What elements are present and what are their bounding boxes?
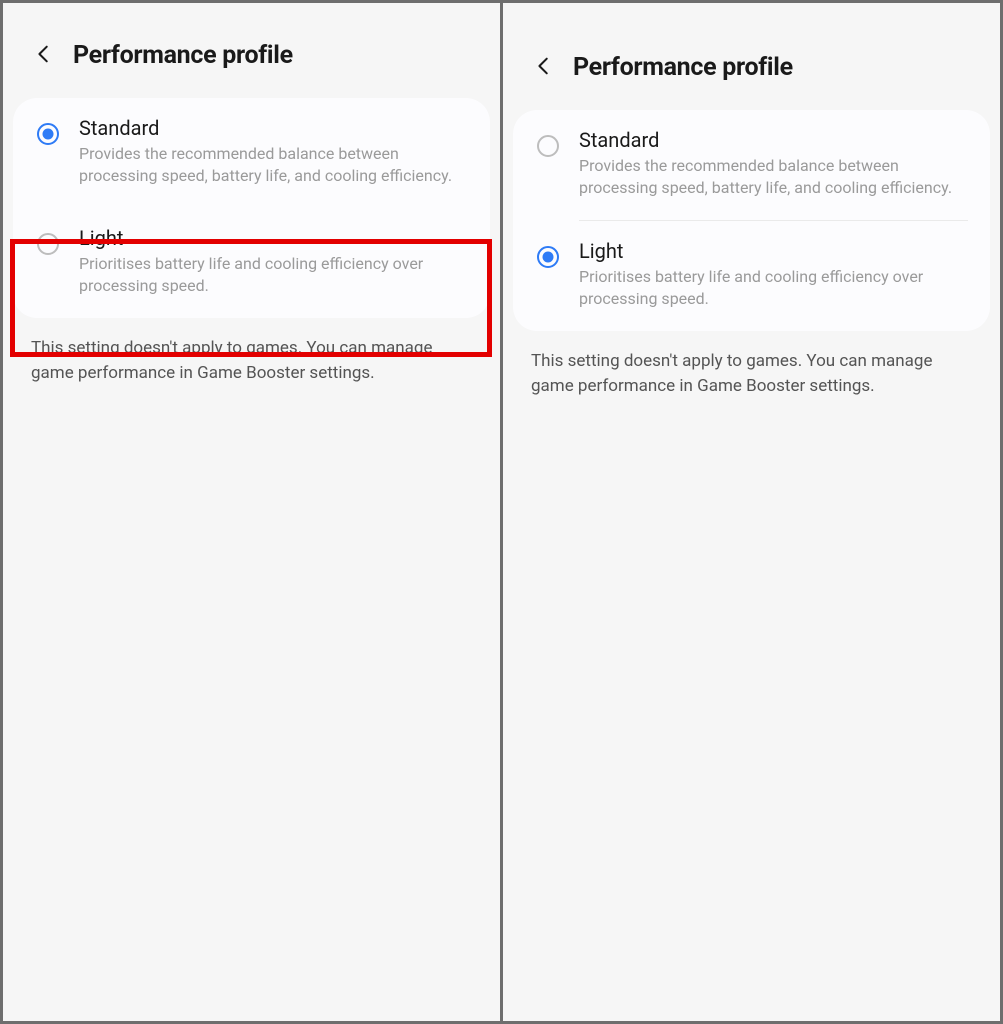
radio-standard[interactable] <box>537 135 559 157</box>
option-desc-standard: Provides the recommended balance between… <box>579 155 968 200</box>
option-content: Light Prioritises battery life and cooli… <box>79 226 468 298</box>
footnote: This setting doesn't apply to games. You… <box>503 331 1000 418</box>
option-content: Standard Provides the recommended balanc… <box>579 128 968 200</box>
option-light[interactable]: Light Prioritises battery life and cooli… <box>13 208 490 318</box>
option-standard[interactable]: Standard Provides the recommended balanc… <box>13 98 490 208</box>
options-card: Standard Provides the recommended balanc… <box>513 110 990 331</box>
radio-standard[interactable] <box>37 123 59 145</box>
options-card: Standard Provides the recommended balanc… <box>13 98 490 318</box>
option-content: Standard Provides the recommended balanc… <box>79 116 468 188</box>
back-icon[interactable] <box>533 55 555 81</box>
option-standard[interactable]: Standard Provides the recommended balanc… <box>513 110 990 220</box>
option-light[interactable]: Light Prioritises battery life and cooli… <box>513 221 990 331</box>
back-icon[interactable] <box>33 43 55 69</box>
option-title-standard: Standard <box>79 116 468 140</box>
settings-screen-right: Performance profile Standard Provides th… <box>503 3 1000 1021</box>
radio-light[interactable] <box>37 233 59 255</box>
option-desc-light: Prioritises battery life and cooling eff… <box>579 266 968 311</box>
option-title-light: Light <box>79 226 468 250</box>
option-content: Light Prioritises battery life and cooli… <box>579 239 968 311</box>
option-title-light: Light <box>579 239 968 263</box>
page-title: Performance profile <box>73 41 293 70</box>
header: Performance profile <box>3 3 500 98</box>
settings-screen-left: Performance profile Standard Provides th… <box>3 3 500 1021</box>
option-title-standard: Standard <box>579 128 968 152</box>
footnote: This setting doesn't apply to games. You… <box>3 318 500 405</box>
radio-light[interactable] <box>537 246 559 268</box>
header: Performance profile <box>503 3 1000 110</box>
option-desc-standard: Provides the recommended balance between… <box>79 143 468 188</box>
page-title: Performance profile <box>573 53 793 82</box>
option-desc-light: Prioritises battery life and cooling eff… <box>79 253 468 298</box>
